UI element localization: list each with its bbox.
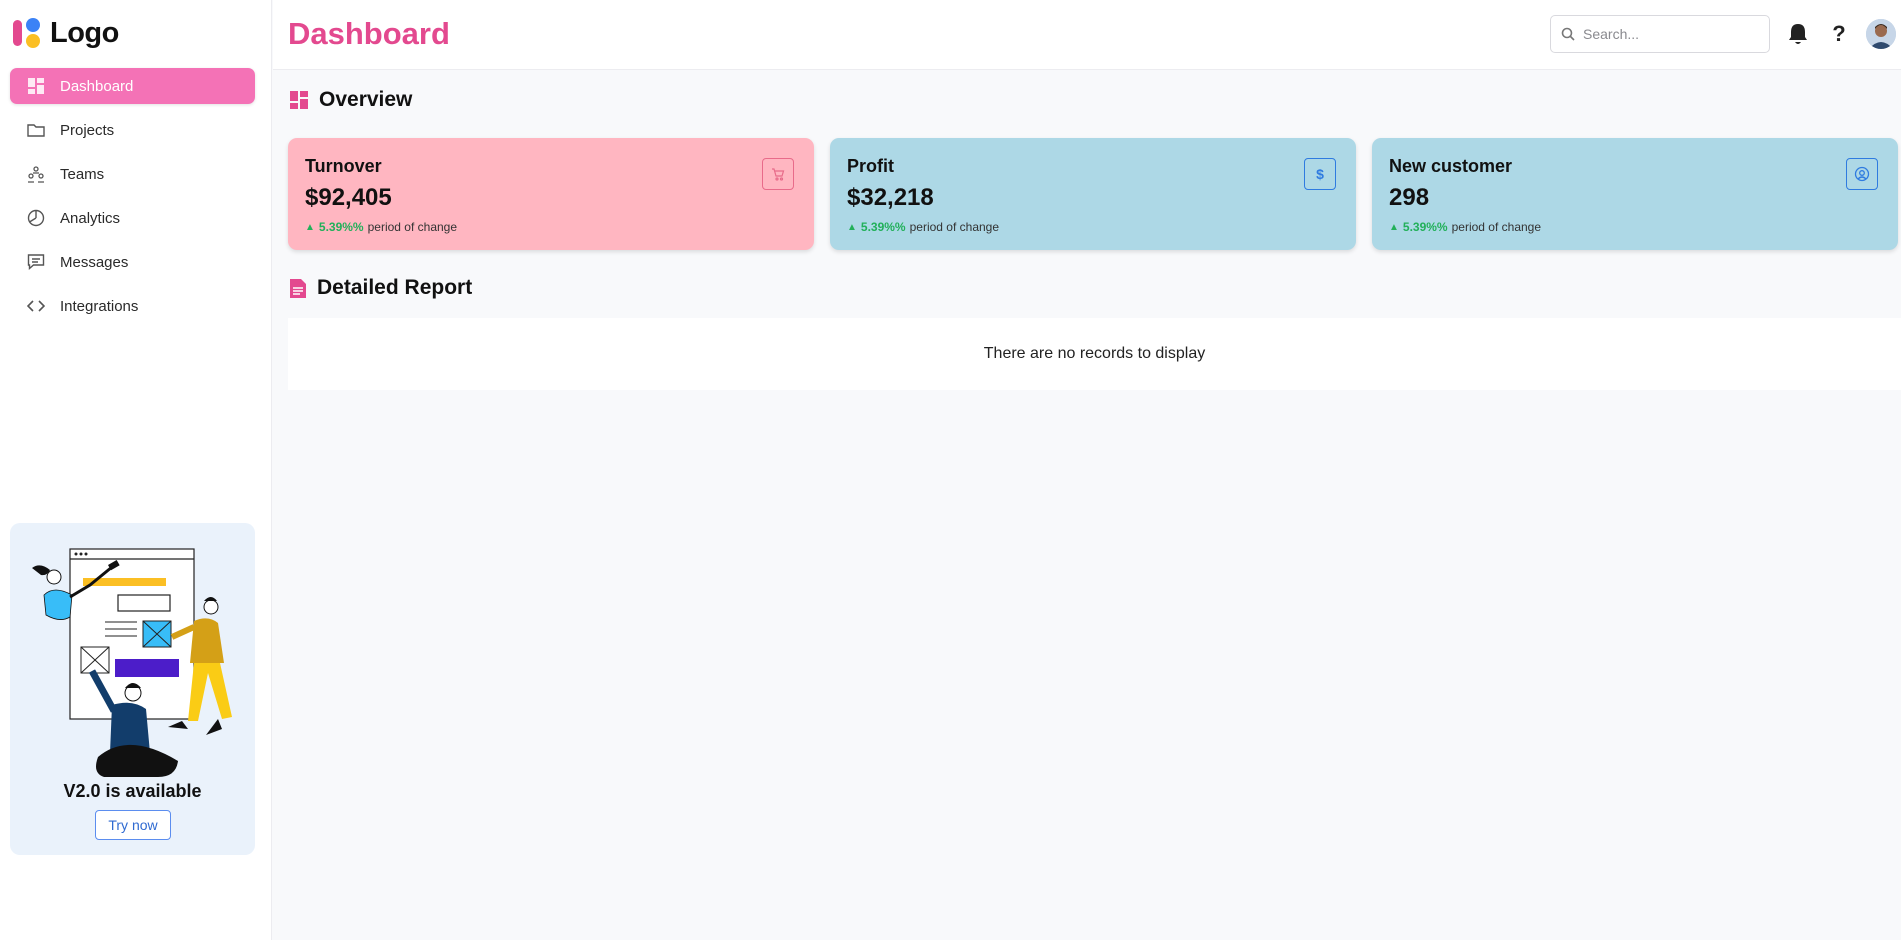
promo-title: V2.0 is available — [63, 781, 202, 801]
avatar-image — [1866, 19, 1896, 49]
report-heading: Detailed Report — [289, 276, 472, 300]
sidebar-item-projects[interactable]: Projects — [10, 112, 255, 148]
card-value: $92,405 — [305, 184, 392, 211]
cart-button[interactable] — [762, 158, 794, 190]
dollar-icon: $ — [1316, 166, 1324, 182]
sidebar-item-analytics[interactable]: Analytics — [10, 200, 255, 236]
help-icon[interactable]: ? — [1827, 21, 1851, 46]
change-percent: 5.39%% — [318, 220, 364, 234]
sidebar-item-label: Analytics — [60, 209, 121, 227]
change-percent: 5.39%% — [860, 220, 906, 234]
overview-heading: Overview — [289, 88, 412, 112]
team-illustration — [32, 548, 232, 777]
sidebar-item-label: Dashboard — [60, 77, 134, 95]
sidebar-nav: Dashboard Projects Teams Analytics Messa… — [10, 68, 255, 332]
search-input[interactable] — [1583, 26, 1743, 42]
pie-chart-icon — [26, 208, 46, 228]
empty-state-text: There are no records to display — [983, 345, 1206, 362]
card-change: ▲ 5.39%% period of change — [305, 220, 797, 234]
dashboard-icon — [290, 91, 308, 109]
message-icon — [26, 252, 46, 272]
logo-text: Logo — [50, 16, 119, 49]
cart-icon — [772, 168, 785, 181]
dashboard-icon — [26, 76, 46, 96]
sidebar-item-dashboard[interactable]: Dashboard — [10, 68, 255, 104]
change-text: period of change — [367, 220, 458, 234]
report-table: There are no records to display — [288, 318, 1901, 390]
bell-icon[interactable] — [1786, 22, 1810, 46]
card-title: Turnover — [305, 156, 382, 176]
teams-icon — [26, 164, 46, 184]
stat-card-new-customer: New customer 298 ▲ 5.39%% period of chan… — [1372, 138, 1898, 250]
card-title: New customer — [1389, 156, 1513, 176]
arrow-up-icon: ▲ — [1389, 221, 1399, 233]
page-title: Dashboard — [288, 16, 450, 51]
card-value: 298 — [1389, 184, 1430, 211]
arrow-up-icon: ▲ — [305, 221, 315, 233]
change-text: period of change — [1451, 220, 1542, 234]
document-icon — [290, 278, 306, 298]
sidebar: Logo Dashboard Projects Teams Analytics — [0, 0, 272, 940]
sidebar-item-label: Projects — [60, 121, 115, 139]
sidebar-item-integrations[interactable]: Integrations — [10, 288, 255, 324]
user-button[interactable] — [1846, 158, 1878, 190]
try-now-button[interactable]: Try now — [95, 810, 171, 840]
sidebar-item-messages[interactable]: Messages — [10, 244, 255, 280]
logo-mark-icon — [13, 18, 40, 48]
card-change: ▲ 5.39%% period of change — [1389, 220, 1881, 234]
section-title: Overview — [319, 88, 413, 111]
change-percent: 5.39%% — [1402, 220, 1448, 234]
stat-card-profit: Profit $32,218 ▲ 5.39%% period of change… — [830, 138, 1356, 250]
user-circle-icon — [1854, 166, 1870, 182]
dollar-button[interactable]: $ — [1304, 158, 1336, 190]
top-header: Dashboard ? — [273, 0, 1901, 70]
sidebar-item-label: Teams — [60, 165, 105, 183]
card-title: Profit — [847, 156, 894, 176]
search-icon — [1561, 27, 1575, 41]
stat-card-turnover: Turnover $92,405 ▲ 5.39%% period of chan… — [288, 138, 814, 250]
sidebar-item-label: Messages — [60, 253, 129, 271]
search-box[interactable] — [1550, 15, 1770, 53]
change-text: period of change — [909, 220, 1000, 234]
avatar[interactable] — [1866, 19, 1896, 49]
logo[interactable]: Logo — [12, 16, 119, 50]
card-change: ▲ 5.39%% period of change — [847, 220, 1339, 234]
arrow-up-icon: ▲ — [847, 221, 857, 233]
section-title: Detailed Report — [317, 276, 473, 299]
sidebar-item-label: Integrations — [60, 297, 139, 315]
sidebar-item-teams[interactable]: Teams — [10, 156, 255, 192]
code-icon — [26, 296, 46, 316]
upgrade-promo: V2.0 is available Try now — [10, 523, 255, 855]
folder-icon — [26, 120, 46, 140]
card-value: $32,218 — [847, 184, 934, 211]
